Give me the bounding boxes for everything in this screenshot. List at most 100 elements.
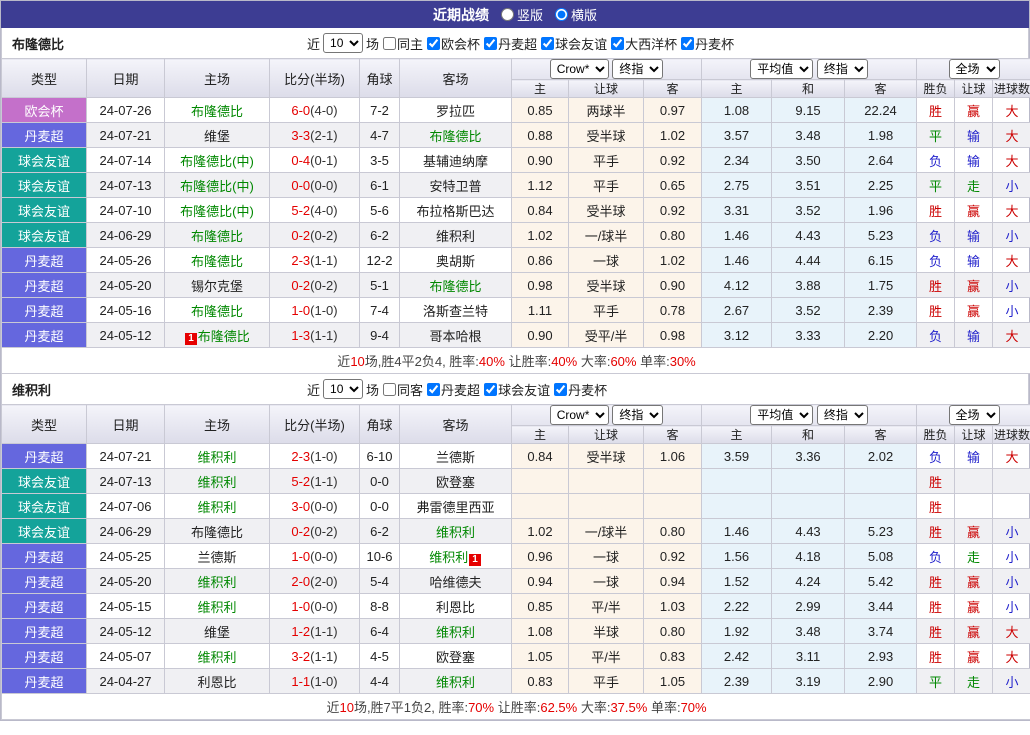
avg-home-cell xyxy=(701,493,773,519)
half-time-score: (1-0) xyxy=(310,302,338,318)
league-filter-checkbox[interactable]: 丹麦超 xyxy=(427,380,480,399)
full-time-score: 2-0 xyxy=(291,573,311,589)
home-team-cell: 维积利 xyxy=(164,643,270,669)
average-stage-select[interactable]: 终指 xyxy=(816,59,868,79)
type-badge-cell: 丹麦超 xyxy=(1,668,87,694)
home-team-cell: 布隆德比(中) xyxy=(164,172,270,198)
score-cell: 0-2(0-2) xyxy=(269,272,360,298)
league-filter-input[interactable] xyxy=(541,36,555,50)
summary-label: 场,胜7平1负2, 胜率: xyxy=(353,700,469,715)
avg-away-cell: 2.39 xyxy=(844,297,918,323)
league-filter-checkbox[interactable]: 球会友谊 xyxy=(541,34,607,53)
corner-cell: 8-8 xyxy=(359,593,400,619)
results-table-vejle: 类型 日期 主场 比分(半场) 角球 客场 Crow* 终指 平均值 终指 全场 xyxy=(0,404,1030,720)
odds-away-cell: 1.06 xyxy=(642,443,703,469)
result-handicap-cell: 输 xyxy=(954,122,994,148)
league-filter-input[interactable] xyxy=(427,382,441,396)
same-venue-input[interactable] xyxy=(383,36,397,50)
full-time-score: 5-2 xyxy=(291,202,311,218)
same-venue-checkbox[interactable]: 同主 xyxy=(383,34,423,53)
vertical-radio-input[interactable] xyxy=(500,8,514,21)
odds-handicap-cell: 平手 xyxy=(568,297,644,323)
same-venue-checkbox[interactable]: 同客 xyxy=(383,380,423,399)
league-filter-input[interactable] xyxy=(484,382,498,396)
odds-handicap-cell: 受半球 xyxy=(568,443,644,469)
avg-draw-cell: 4.43 xyxy=(771,222,846,248)
result-handicap-cell xyxy=(954,493,994,519)
result-handicap-cell: 赢 xyxy=(954,272,994,298)
score-cell: 1-3(1-1) xyxy=(269,322,360,348)
layout-radio-vertical[interactable]: 竖版 xyxy=(500,5,543,24)
horizontal-radio-input[interactable] xyxy=(555,8,568,21)
odds-stage-select[interactable]: 终指 xyxy=(612,59,664,79)
col-odds-handicap: 让球 xyxy=(568,425,644,444)
table-row: 球会友谊 24-06-29 布隆德比 0-2(0-2) 6-2 维积利 1.02 一/球半 0.… xyxy=(1,222,1030,248)
full-time-score: 0-2 xyxy=(291,277,311,293)
half-time-score: (4-0) xyxy=(310,102,338,118)
full-match-select[interactable]: 全场 xyxy=(948,59,1000,79)
league-filter-input[interactable] xyxy=(427,36,441,50)
odds-handicap-cell: 平手 xyxy=(568,147,644,173)
avg-away-cell: 2.02 xyxy=(844,443,918,469)
team-name: 维积利 xyxy=(197,449,237,465)
full-match-select[interactable]: 全场 xyxy=(948,405,1000,425)
home-team-cell: 锡尔克堡 xyxy=(164,272,270,298)
league-filter-checkbox[interactable]: 丹麦超 xyxy=(484,34,537,53)
bookmaker-select[interactable]: Crow* xyxy=(549,59,609,79)
score-cell: 1-1(1-0) xyxy=(269,668,360,694)
corner-cell: 0-0 xyxy=(359,493,400,519)
team-name: 维堡 xyxy=(203,624,230,640)
same-venue-input[interactable] xyxy=(383,382,397,396)
result-handicap-cell: 走 xyxy=(954,543,994,569)
summary-label: 场,胜4平2负4, 胜率: xyxy=(364,354,479,369)
table-row: 丹麦超 24-07-21 维积利 2-3(1-0) 6-10 兰德斯 0.84 受半球 1.06… xyxy=(1,443,1030,469)
recent-count-select[interactable]: 10 xyxy=(323,33,364,53)
odds-handicap-cell xyxy=(568,493,644,519)
result-winlose-cell: 胜 xyxy=(916,468,956,494)
home-team-cell: 维堡 xyxy=(164,618,270,644)
league-filter-input[interactable] xyxy=(611,36,625,50)
average-stage-select[interactable]: 终指 xyxy=(816,405,868,425)
odds-handicap-cell: 受平/半 xyxy=(568,322,644,348)
result-goals-cell: 小 xyxy=(992,172,1030,198)
half-time-score: (0-2) xyxy=(310,523,338,539)
date-cell: 24-07-06 xyxy=(86,493,165,519)
league-filter-input[interactable] xyxy=(484,36,498,50)
league-filter-checkbox[interactable]: 欧会杯 xyxy=(427,34,480,53)
odds-home-cell: 0.85 xyxy=(511,593,569,619)
league-filter-input[interactable] xyxy=(681,36,695,50)
result-winlose-cell: 胜 xyxy=(916,97,956,123)
odds-stage-select[interactable]: 终指 xyxy=(612,405,664,425)
avg-draw-cell: 2.99 xyxy=(771,593,846,619)
avg-home-cell: 2.34 xyxy=(701,147,773,173)
type-badge-cell: 丹麦超 xyxy=(1,322,87,348)
layout-radio-horizontal[interactable]: 横版 xyxy=(555,5,597,24)
team-name: 布隆德比 xyxy=(429,278,482,294)
recent-count-select[interactable]: 10 xyxy=(323,379,364,399)
team-name: 维积利 xyxy=(197,649,237,665)
league-filter-checkbox[interactable]: 大西洋杯 xyxy=(611,34,677,53)
avg-away-cell: 3.44 xyxy=(844,593,918,619)
red-card-badge: 1 xyxy=(185,332,197,345)
matches-label: 场 xyxy=(366,36,380,52)
league-filter-checkbox[interactable]: 球会友谊 xyxy=(484,380,550,399)
league-filter-input[interactable] xyxy=(554,382,568,396)
team-name: 维积利 xyxy=(435,674,475,690)
league-filter-checkbox[interactable]: 丹麦杯 xyxy=(554,380,607,399)
league-filter-checkbox[interactable]: 丹麦杯 xyxy=(681,34,734,53)
away-team-cell: 罗拉匹 xyxy=(399,97,512,123)
avg-away-cell: 5.08 xyxy=(844,543,918,569)
bookmaker-select[interactable]: Crow* xyxy=(549,405,609,425)
result-winlose-cell: 胜 xyxy=(916,568,956,594)
away-team-cell: 维积利 xyxy=(399,518,512,544)
col-odds-away: 客 xyxy=(642,425,703,444)
title-bar: 近期战绩 竖版 横版 xyxy=(1,1,1029,28)
date-cell: 24-05-15 xyxy=(86,593,165,619)
table-row: 丹麦超 24-07-21 维堡 3-3(2-1) 4-7 布隆德比 0.88 受半球 1.02 3… xyxy=(1,122,1030,148)
table-row: 球会友谊 24-07-06 维积利 3-0(0-0) 0-0 弗雷德里西亚胜 xyxy=(1,493,1030,519)
average-select[interactable]: 平均值 xyxy=(750,59,814,79)
date-cell: 24-07-14 xyxy=(86,147,165,173)
away-team-cell: 利恩比 xyxy=(399,593,512,619)
full-time-score: 3-0 xyxy=(291,498,311,514)
average-select[interactable]: 平均值 xyxy=(750,405,814,425)
